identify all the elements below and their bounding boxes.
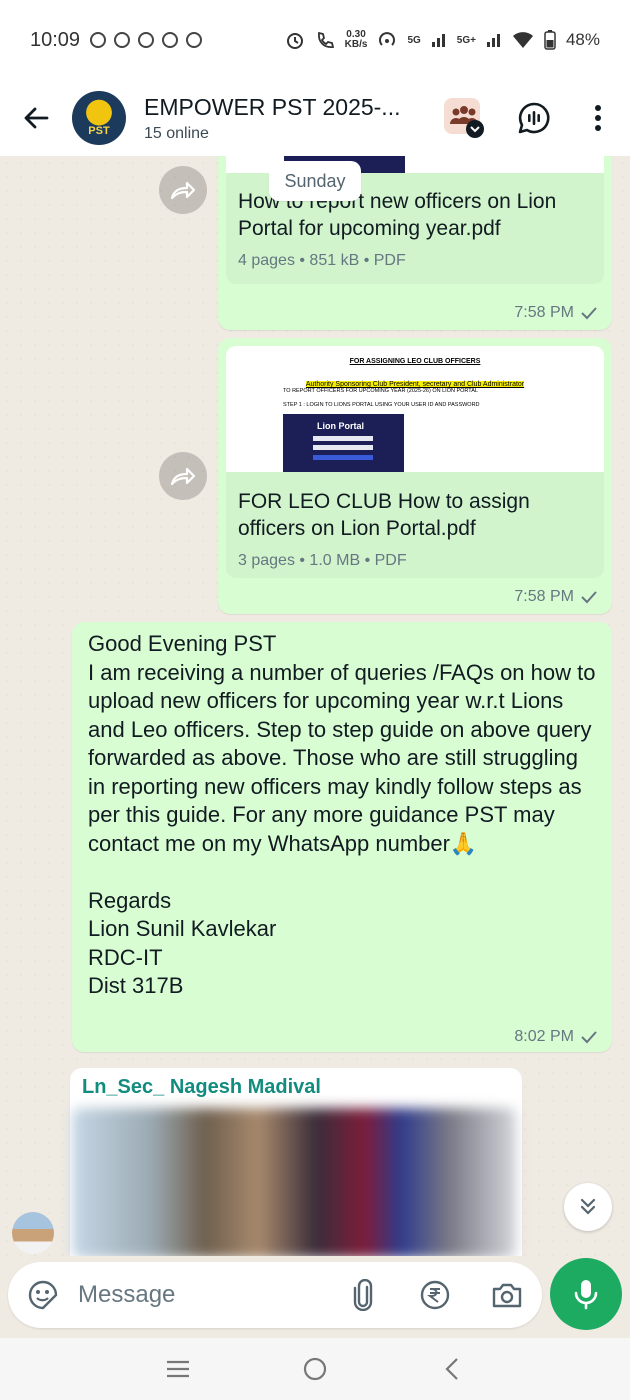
system-nav-bar	[0, 1338, 630, 1400]
group-avatar[interactable]: PST	[72, 91, 126, 145]
home-circle-icon	[303, 1357, 327, 1381]
message-composer	[8, 1262, 542, 1328]
preview-field	[313, 445, 373, 450]
emoji-button[interactable]	[24, 1276, 62, 1314]
date-chip: Sunday	[269, 161, 361, 201]
payment-button[interactable]	[416, 1276, 454, 1314]
time-label: 7:58 PM	[514, 588, 574, 605]
sticker-icon	[28, 1280, 58, 1310]
message-body: Good Evening PST I am receiving a number…	[88, 631, 596, 998]
speed-unit: KB/s	[344, 39, 368, 50]
battery-icon	[544, 30, 556, 50]
preview-field	[313, 436, 373, 441]
header-titles[interactable]: EMPOWER PST 2025-... 15 online	[144, 94, 424, 143]
forward-icon	[170, 181, 196, 200]
preview-login	[313, 455, 373, 460]
forward-button[interactable]	[159, 452, 207, 500]
wifi-icon	[512, 32, 533, 48]
preview-highlight-text: Authority Sponsoring Club President, sec…	[305, 381, 525, 388]
document-message[interactable]: FOR ASSIGNING LEO CLUB OFFICERS Authorit…	[218, 338, 612, 614]
notification-icons	[90, 32, 203, 48]
time-label: 8:02 PM	[514, 1028, 574, 1045]
community-button[interactable]	[442, 94, 486, 142]
sender-avatar[interactable]	[12, 1212, 54, 1254]
signal-2: 5G+	[456, 34, 476, 46]
scroll-to-bottom-button[interactable]	[564, 1183, 612, 1231]
message-input[interactable]	[78, 1278, 328, 1312]
back-button[interactable]	[0, 80, 72, 156]
microphone-icon	[574, 1280, 598, 1310]
hotspot-icon	[379, 32, 396, 46]
sent-check-icon	[581, 1031, 597, 1044]
double-chevron-down-icon	[580, 1198, 596, 1215]
voice-record-button[interactable]	[550, 1258, 622, 1330]
sent-check-icon	[581, 591, 597, 604]
voice-chat-icon	[518, 102, 550, 134]
community-icon	[444, 98, 484, 138]
chat-area[interactable]: How to report new officers on Lion Porta…	[0, 156, 630, 1256]
status-right: 0.30 KB/s 5G 5G+ 48%	[285, 30, 600, 50]
network-speed: 0.30 KB/s	[345, 30, 368, 50]
battery-percentage: 48%	[565, 30, 600, 49]
preview-title: FOR ASSIGNING LEO CLUB OFFICERS	[349, 358, 481, 365]
time-label: 7:58 PM	[514, 304, 574, 321]
status-bar: 10:09 0.30 KB/s 5G 5G+ 48%	[0, 0, 630, 80]
preview-line: TO REPORT OFFICERS FOR UPCOMING YEAR (20…	[283, 388, 478, 394]
camera-icon	[492, 1283, 522, 1308]
alarm-icon	[286, 33, 303, 49]
message-time: 7:58 PM	[514, 304, 598, 322]
document-meta: 4 pages • 851 kB • PDF	[238, 252, 406, 269]
more-options-button[interactable]	[576, 94, 620, 142]
preview-screenshot: Lion Portal	[283, 414, 404, 472]
menu-lines-icon	[167, 1360, 190, 1378]
document-meta: 3 pages • 1.0 MB • PDF	[238, 552, 407, 569]
signal-1: 5G	[407, 34, 421, 46]
paperclip-icon	[353, 1279, 373, 1311]
message-time: 7:58 PM	[514, 588, 598, 606]
more-vertical-icon	[595, 105, 601, 131]
system-back-button[interactable]	[432, 1349, 472, 1389]
chat-header: PST EMPOWER PST 2025-... 15 online	[0, 80, 630, 156]
home-button[interactable]	[295, 1349, 335, 1389]
incoming-message[interactable]: Ln_Sec_ Nagesh Madival	[70, 1068, 522, 1256]
chat-title: EMPOWER PST 2025-...	[144, 93, 401, 120]
messenger-icon	[138, 32, 155, 48]
preview-line: STEP 1 : LOGIN TO LIONS PORTAL USING YOU…	[283, 402, 480, 408]
document-preview: FOR ASSIGNING LEO CLUB OFFICERS Authorit…	[226, 346, 604, 472]
group-avatar-text: PST	[88, 125, 110, 137]
signal-bars-icon	[431, 34, 445, 47]
call-icon	[317, 31, 334, 48]
voice-chat-button[interactable]	[512, 94, 556, 142]
facebook-icon	[114, 32, 131, 48]
sender-name[interactable]: Ln_Sec_ Nagesh Madival	[82, 1076, 321, 1099]
text-message[interactable]: Good Evening PST I am receiving a number…	[72, 622, 612, 1052]
chevron-left-icon	[445, 1358, 458, 1380]
rupee-icon	[420, 1280, 450, 1310]
camera-button[interactable]	[488, 1276, 526, 1314]
forward-button[interactable]	[159, 166, 207, 214]
instagram-icon	[162, 32, 179, 48]
document-name: FOR LEO CLUB How to assign officers on L…	[238, 490, 530, 540]
recent-apps-button[interactable]	[158, 1349, 198, 1389]
signal-bars-2-icon	[486, 34, 500, 47]
image-attachment[interactable]	[72, 1108, 516, 1256]
document-card[interactable]: FOR ASSIGNING LEO CLUB OFFICERS Authorit…	[226, 346, 604, 578]
sent-check-icon	[581, 307, 597, 320]
preview-brand: Lion Portal	[317, 421, 364, 431]
forward-icon	[170, 467, 196, 486]
location-icon	[186, 32, 203, 48]
arrow-left-icon	[24, 107, 49, 129]
online-count: 15 online	[144, 124, 209, 142]
attach-button[interactable]	[344, 1276, 382, 1314]
whatsapp-icon	[90, 32, 107, 48]
message-time: 8:02 PM	[514, 1028, 598, 1046]
status-time: 10:09	[30, 28, 81, 51]
